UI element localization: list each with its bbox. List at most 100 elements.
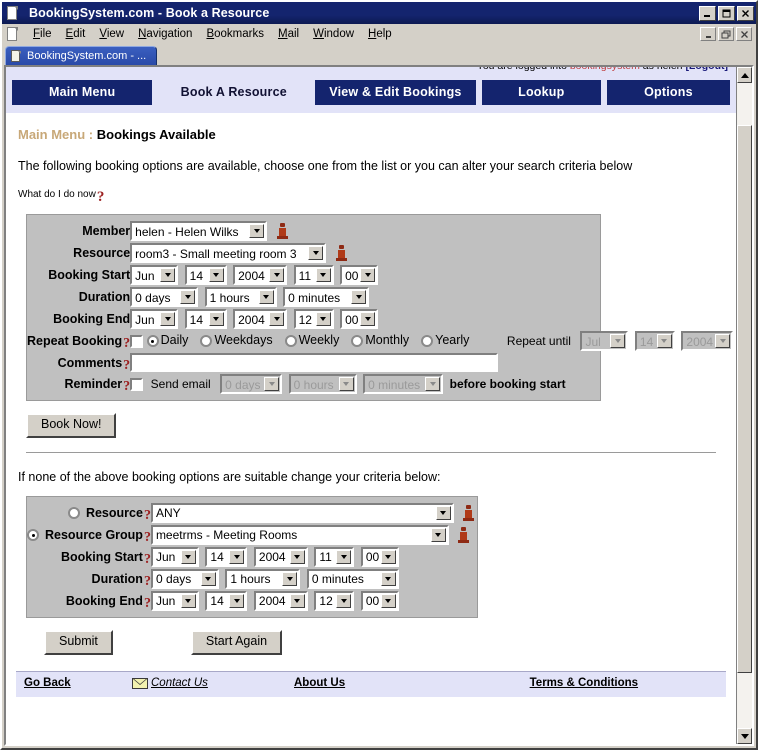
nav-tab-lookup[interactable]: Lookup xyxy=(481,80,601,105)
chevron-down-icon[interactable] xyxy=(289,593,305,608)
chevron-down-icon[interactable] xyxy=(282,571,298,586)
booking-end-minute-select[interactable]: 00 xyxy=(340,309,379,329)
chevron-down-icon[interactable] xyxy=(360,312,376,326)
duration-days-select[interactable]: 0 days xyxy=(130,287,199,307)
chevron-down-icon[interactable] xyxy=(208,268,224,282)
repeat-until-day-select[interactable]: 14 xyxy=(634,331,675,351)
chevron-down-icon[interactable] xyxy=(351,290,367,304)
criteria-booking-end-hour-select[interactable]: 12 xyxy=(314,590,355,611)
criteria-booking-start-minute-select[interactable]: 00 xyxy=(360,546,399,567)
chevron-down-icon[interactable] xyxy=(715,334,731,348)
repeat-radio-yearly-label[interactable]: Yearly xyxy=(435,333,469,347)
repeat-radio-weekdays-label[interactable]: Weekdays xyxy=(214,333,272,347)
chevron-down-icon[interactable] xyxy=(180,549,196,564)
window-minimize-button[interactable] xyxy=(699,5,716,21)
booking-start-hour-select[interactable]: 11 xyxy=(293,265,334,285)
criteria-booking-start-hour-select[interactable]: 11 xyxy=(314,546,355,567)
criteria-booking-end-year-select[interactable]: 2004 xyxy=(253,590,308,611)
criteria-resource-group-select[interactable]: meetrms - Meeting Rooms xyxy=(150,524,449,545)
repeat-radio-monthly[interactable] xyxy=(351,335,364,347)
booking-start-month-select[interactable]: Jun xyxy=(130,265,179,285)
menu-item-help[interactable]: Help xyxy=(361,26,399,42)
chevron-down-icon[interactable] xyxy=(308,246,324,260)
repeat-booking-checkbox[interactable] xyxy=(130,334,144,348)
criteria-booking-end-help-icon[interactable]: ? xyxy=(144,596,151,611)
menu-item-view[interactable]: View xyxy=(92,26,131,42)
resource-info-icon[interactable] xyxy=(335,245,347,261)
footer-about-us-link[interactable]: About Us xyxy=(294,677,345,689)
criteria-booking-end-month-select[interactable]: Jun xyxy=(150,590,199,611)
booking-start-day-select[interactable]: 14 xyxy=(184,265,227,285)
menu-item-bookmarks[interactable]: Bookmarks xyxy=(199,26,271,42)
menu-item-window[interactable]: Window xyxy=(306,26,361,42)
menu-item-edit[interactable]: Edit xyxy=(59,26,93,42)
chevron-down-icon[interactable] xyxy=(160,268,176,282)
chevron-down-icon[interactable] xyxy=(338,377,354,391)
reminder-help-icon[interactable]: ? xyxy=(123,379,130,394)
chevron-down-icon[interactable] xyxy=(380,549,396,564)
chevron-down-icon[interactable] xyxy=(229,549,245,564)
criteria-resource-group-help-icon[interactable]: ? xyxy=(144,530,151,545)
scrollbar-thumb[interactable] xyxy=(737,125,752,673)
criteria-booking-start-day-select[interactable]: 14 xyxy=(205,546,248,567)
chevron-down-icon[interactable] xyxy=(336,593,352,608)
reminder-send-email-checkbox[interactable] xyxy=(130,377,144,391)
nav-tab-book-a-resource[interactable]: Book A Resource xyxy=(158,80,310,105)
chevron-down-icon[interactable] xyxy=(380,593,396,608)
repeat-radio-monthly-label[interactable]: Monthly xyxy=(365,333,409,347)
submit-button[interactable]: Submit xyxy=(44,629,113,655)
repeat-radio-daily-label[interactable]: Daily xyxy=(161,333,189,347)
nav-tab-view-edit-bookings[interactable]: View & Edit Bookings xyxy=(315,80,476,105)
comments-help-icon[interactable]: ? xyxy=(123,358,130,373)
comments-input[interactable] xyxy=(130,353,499,372)
footer-go-back-link[interactable]: Go Back xyxy=(24,677,71,689)
start-again-button[interactable]: Start Again xyxy=(190,629,283,655)
criteria-duration-hours-select[interactable]: 1 hours xyxy=(225,568,301,589)
resource-select[interactable]: room3 - Small meeting room 3 xyxy=(130,243,327,263)
help-prompt-label[interactable]: What do I do now xyxy=(18,189,96,200)
member-select[interactable]: helen - Helen Wilks xyxy=(130,221,268,241)
criteria-booking-end-day-select[interactable]: 14 xyxy=(205,590,248,611)
criteria-resource-group-radio[interactable] xyxy=(27,529,39,542)
criteria-booking-start-month-select[interactable]: Jun xyxy=(150,546,199,567)
chevron-down-icon[interactable] xyxy=(229,593,245,608)
scrollbar-track[interactable] xyxy=(737,83,752,728)
chevron-down-icon[interactable] xyxy=(425,377,441,391)
criteria-duration-days-select[interactable]: 0 days xyxy=(150,568,219,589)
mdi-close-button[interactable] xyxy=(736,27,752,41)
criteria-booking-start-help-icon[interactable]: ? xyxy=(144,552,151,567)
footer-contact-us-link[interactable]: Contact Us xyxy=(151,677,208,689)
chevron-down-icon[interactable] xyxy=(208,312,224,326)
booking-start-year-select[interactable]: 2004 xyxy=(233,265,288,285)
chevron-down-icon[interactable] xyxy=(315,268,331,282)
booking-end-month-select[interactable]: Jun xyxy=(130,309,179,329)
nav-tab-main-menu[interactable]: Main Menu xyxy=(12,80,153,105)
menu-item-navigation[interactable]: Navigation xyxy=(131,26,199,42)
scroll-down-button[interactable] xyxy=(737,728,752,744)
chevron-down-icon[interactable] xyxy=(180,593,196,608)
booking-end-hour-select[interactable]: 12 xyxy=(293,309,334,329)
chevron-down-icon[interactable] xyxy=(180,290,196,304)
repeat-radio-weekly-label[interactable]: Weekly xyxy=(299,333,340,347)
chevron-down-icon[interactable] xyxy=(430,527,446,542)
chevron-down-icon[interactable] xyxy=(336,549,352,564)
chevron-down-icon[interactable] xyxy=(360,268,376,282)
criteria-resource-info-icon[interactable] xyxy=(463,504,475,521)
duration-hours-select[interactable]: 1 hours xyxy=(204,287,277,307)
reminder-days-select[interactable]: 0 days xyxy=(220,374,283,394)
booking-end-day-select[interactable]: 14 xyxy=(184,309,227,329)
chevron-down-icon[interactable] xyxy=(610,334,626,348)
repeat-until-year-select[interactable]: 2004 xyxy=(681,331,734,351)
criteria-resource-select[interactable]: ANY xyxy=(150,502,454,523)
criteria-booking-end-minute-select[interactable]: 00 xyxy=(360,590,399,611)
duration-minutes-select[interactable]: 0 minutes xyxy=(283,287,370,307)
window-maximize-button[interactable] xyxy=(718,5,735,21)
reminder-minutes-select[interactable]: 0 minutes xyxy=(363,374,444,394)
member-info-icon[interactable] xyxy=(276,223,288,239)
logout-link[interactable]: [Logout] xyxy=(685,67,728,72)
chevron-down-icon[interactable] xyxy=(656,334,672,348)
booking-start-minute-select[interactable]: 00 xyxy=(340,265,379,285)
breadcrumb-parent-link[interactable]: Main Menu xyxy=(18,127,85,142)
chevron-down-icon[interactable] xyxy=(249,224,265,238)
repeat-until-month-select[interactable]: Jul xyxy=(580,331,629,351)
